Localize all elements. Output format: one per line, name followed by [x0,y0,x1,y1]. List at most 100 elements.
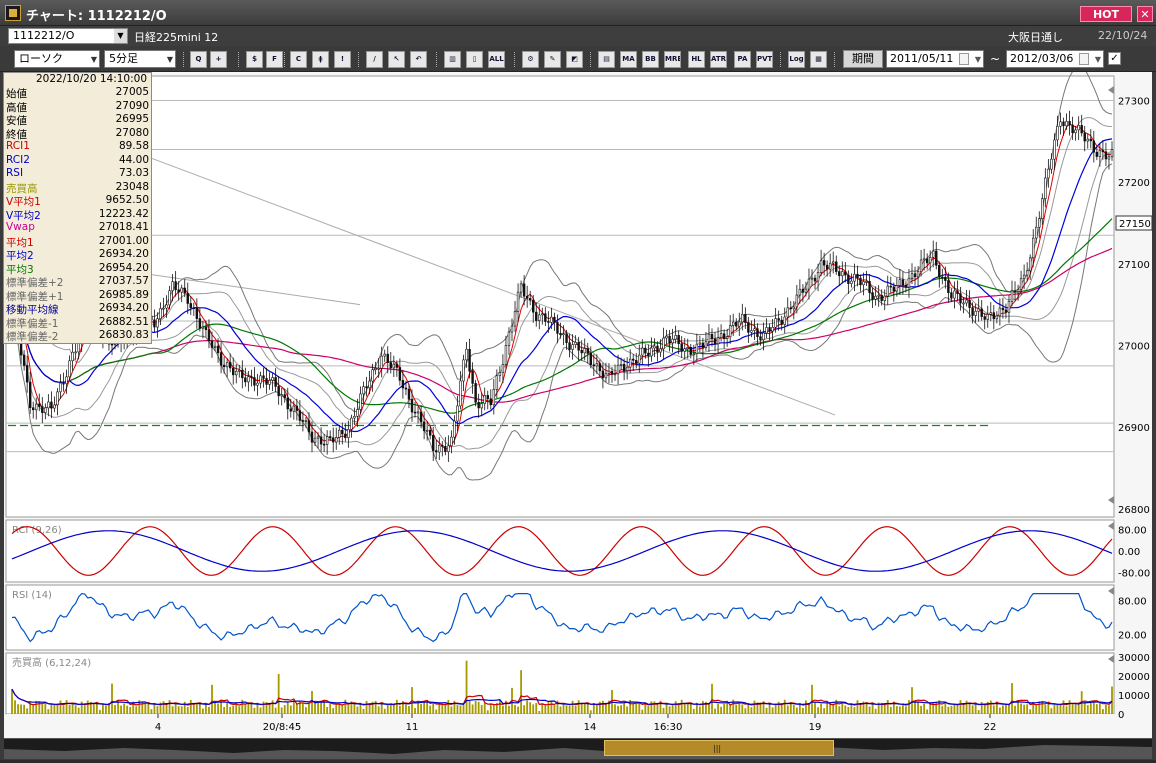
data-panel-row: 始値 27005 [6,86,149,100]
alert-icon[interactable]: ! [334,51,351,68]
data-panel-row: 移動平均線 26934.20 [6,302,149,316]
data-panel-value: 23048 [115,180,149,193]
candle-body [980,308,983,317]
candle-body [468,348,471,372]
candle-body [977,308,980,312]
candle-body [847,274,850,284]
color-icon[interactable]: ◩ [566,51,583,68]
candle-body [250,376,253,378]
candle-body [1062,121,1065,127]
volume-bar [205,703,207,714]
atr-icon[interactable]: ATR [710,51,727,68]
volume-bar [638,703,641,714]
log-icon[interactable]: Log [788,51,805,68]
ohlc-icon[interactable]: ǂ [312,51,329,68]
candle-body [480,403,483,409]
volume-bar [256,703,259,714]
candle-body [280,394,283,397]
mre-icon[interactable]: MRE [664,51,681,68]
price-tick-label: 26900 [1118,423,1150,434]
candle-body [813,277,817,282]
candle-body [286,397,289,410]
hl-icon[interactable]: HL [688,51,705,68]
volume-bar [217,703,219,714]
volume-bar [144,703,147,714]
candle-body [695,343,699,354]
crosshair-icon[interactable]: + [210,51,227,68]
indicator-icon[interactable]: ▤ [598,51,615,68]
volume-bar [668,706,671,714]
tools-icon[interactable]: ✎ [544,51,561,68]
find-icon[interactable]: F [266,51,283,68]
volume-bar [426,701,429,714]
all-icon[interactable]: ALL [488,51,505,68]
instrument-name: 日経225mini 12 [134,31,219,44]
overview-scroller[interactable] [4,738,1152,759]
candle-body [192,307,196,309]
toolbar-separator [514,52,516,67]
layout-icon[interactable]: ▦ [810,51,827,68]
candle-icon[interactable]: ▯ [466,51,483,68]
chart-icon[interactable]: C [290,51,307,68]
candle-body [380,355,383,369]
cursor-icon[interactable]: ↖ [388,51,405,68]
current-price-label: 27150 [1119,219,1151,230]
bb-icon[interactable]: BB [642,51,659,68]
volume-bar [111,683,113,714]
volume-bar [605,704,607,714]
pvt-icon[interactable]: PVT [756,51,773,68]
chevron-down-icon: ▼ [90,55,97,64]
chart-type-select[interactable]: ローソク ▼ [14,50,100,68]
symbol-dropdown-button[interactable]: ▼ [114,29,127,43]
volume-bar [871,703,874,714]
chart-area[interactable]: 27300 27200 27100 27000 26900 26800 27150 4 20/8… [0,72,1156,738]
undo-icon[interactable]: ↶ [410,51,427,68]
volume-bar [514,704,516,714]
trade-icon[interactable]: $ [246,51,263,68]
candle-body [271,377,274,381]
volume-bar [429,705,432,714]
candle-body [856,273,859,279]
candle-body [616,364,620,375]
candle-body [598,363,602,372]
candle-body [398,367,402,381]
data-panel-value: 26934.20 [98,302,149,314]
period-button[interactable]: 期間 [843,50,883,68]
candle-body [504,345,508,365]
volume-bar [483,702,486,714]
bar-icon[interactable]: ▥ [444,51,461,68]
candle-body [992,312,996,320]
time-tick-label: 11 [406,722,419,733]
toolbar-separator [238,52,240,67]
calendar-icon[interactable] [959,53,969,65]
candle-body [1092,140,1096,153]
volume-bar [917,702,919,714]
candle-body [804,288,808,293]
candle-body [110,343,114,346]
pen-icon[interactable]: / [366,51,383,68]
candle-body [928,257,932,264]
date-from-input[interactable]: 2011/05/11 ▼ [886,50,984,68]
interval-select[interactable]: 5分足 ▼ [104,50,176,68]
volume-bar [362,708,365,714]
calendar-icon[interactable] [1079,53,1089,65]
date-to-input[interactable]: 2012/03/06 ▼ [1006,50,1104,68]
symbol-value: 1112212/O [13,29,75,42]
candle-body [356,409,359,417]
settings-icon[interactable]: ⚙ [522,51,539,68]
close-button[interactable]: ✕ [1137,6,1153,22]
pa-icon[interactable]: PA [734,51,751,68]
apply-checkbox[interactable]: ✓ [1108,52,1121,65]
rci-pane [5,519,1115,583]
symbol-input[interactable]: 1112212/O [8,28,128,44]
hot-button[interactable]: HOT [1080,6,1132,22]
candle-body [232,367,235,376]
zoom-icon[interactable]: Q [190,51,207,68]
volume-bar [671,704,674,714]
volume-bar [280,707,283,714]
ma-icon[interactable]: MA [620,51,637,68]
volume-bar [974,704,977,714]
candle-body [1047,168,1050,179]
candle-body [610,370,614,375]
candle-body [422,421,426,432]
